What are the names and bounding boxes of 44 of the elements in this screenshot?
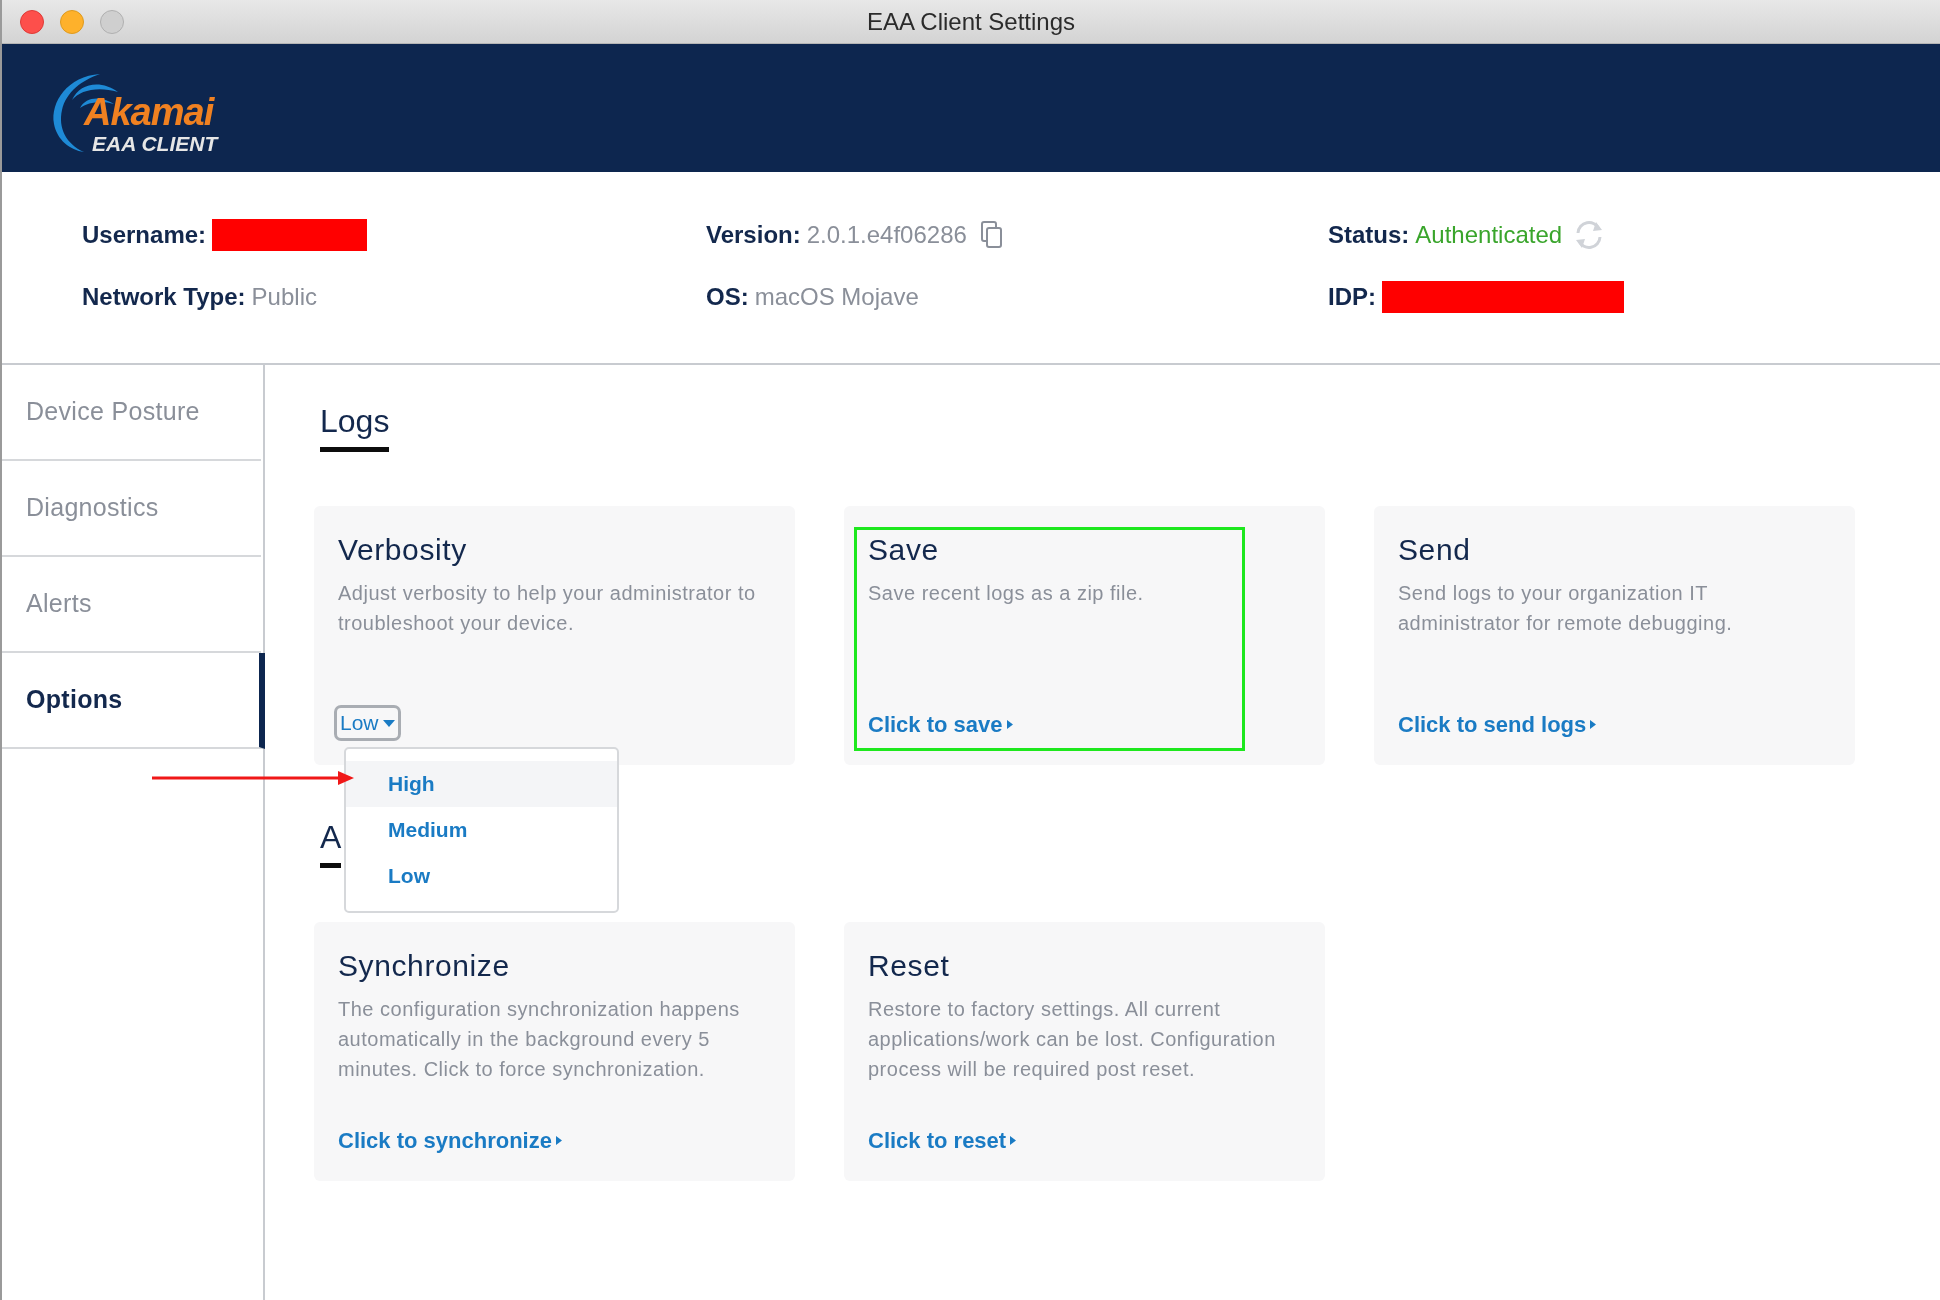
sidebar-item[interactable]: Alerts (2, 557, 261, 653)
action-link[interactable]: Click to save (868, 708, 1013, 741)
caret-icon (1590, 720, 1597, 729)
card-title: Reset (868, 948, 951, 984)
card-title: Synchronize (338, 948, 511, 984)
verbosity-dropdown[interactable]: Low (334, 705, 401, 741)
caret-icon (555, 1136, 562, 1145)
status-value: Authenticated (1415, 220, 1563, 250)
logo-subtitle: EAA CLIENT (92, 132, 218, 156)
caret-icon (382, 719, 395, 727)
sidebar-item[interactable]: Options (2, 653, 265, 749)
info-value: 2.0.1.e4f06286 (806, 220, 967, 250)
card-description: The configuration synchronization happens automatically in the background every 5 minutes. Click to force synchronization. (338, 997, 741, 1082)
info-value: macOS Mojave (754, 282, 919, 312)
info-label: Version: (706, 220, 801, 250)
card-title: Verbosity (338, 532, 468, 568)
sidebar-item[interactable]: Diagnostics (2, 461, 261, 557)
card-title: Save (868, 532, 940, 568)
info-label: OS: (706, 282, 749, 312)
info-label: Status: (1328, 220, 1410, 250)
info-value: Public (251, 282, 317, 312)
copy-icon[interactable] (980, 221, 1003, 249)
info-label: Network Type: (82, 282, 246, 312)
caret-icon (1006, 720, 1013, 729)
section-heading: Logs (320, 401, 390, 452)
logo-wordmark: Akamai (84, 92, 214, 132)
action-link[interactable]: Click to synchronize (338, 1124, 562, 1157)
info-label: IDP: (1328, 282, 1376, 312)
action-link[interactable]: Click to reset (868, 1124, 1017, 1157)
info-label: Username: (82, 220, 207, 250)
card-title: Send (1398, 532, 1472, 568)
close-button[interactable] (20, 10, 44, 34)
sidebar-item[interactable]: Device Posture (2, 365, 261, 461)
section-heading: A (320, 817, 342, 868)
dropdown-option[interactable]: High (346, 761, 617, 807)
minimize-button[interactable] (60, 10, 84, 34)
card-description: Send logs to your organization IT administrator for remote debugging. (1398, 581, 1734, 636)
card-description: Save recent logs as a zip file. (868, 581, 1145, 606)
card-description: Restore to factory settings. All current applications/work can be lost. Configuration process will be required post reset. (868, 997, 1277, 1082)
action-link[interactable]: Click to send logs (1398, 708, 1597, 741)
window-title: EAA Client Settings (866, 6, 1076, 37)
caret-icon (1010, 1136, 1017, 1145)
zoom-button[interactable] (100, 10, 124, 34)
card-description: Adjust verbosity to help your administrator to troubleshoot your device. (338, 581, 757, 636)
